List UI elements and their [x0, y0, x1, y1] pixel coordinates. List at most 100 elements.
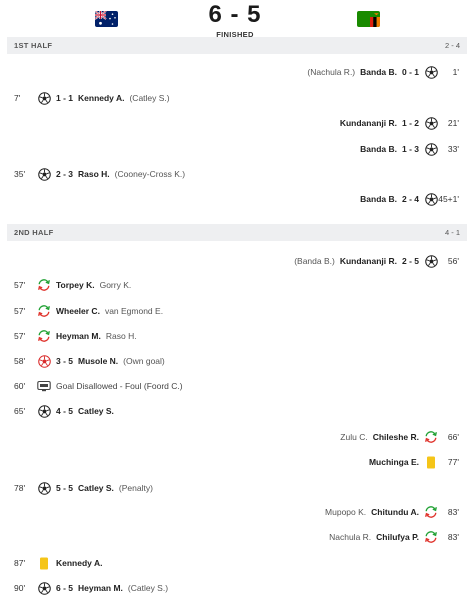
- football-icon: [424, 254, 438, 268]
- event-detail: (Nachula R.) Banda B. 0 - 1: [307, 62, 438, 82]
- event-detail: Wheeler C. van Egmond E.: [37, 301, 163, 321]
- event-secondary: Zulu C.: [340, 432, 368, 442]
- event-secondary: Nachula R.: [329, 532, 372, 542]
- substitution-icon: [424, 505, 438, 519]
- event-player: Heyman M.: [56, 331, 101, 341]
- event-secondary: (Banda B.): [294, 256, 335, 266]
- yellow-card-icon: [37, 556, 51, 570]
- event-detail: Banda B. 1 - 3: [360, 139, 438, 159]
- match-header: 6 - 5 FINISHED: [0, 0, 470, 39]
- event-player: Catley S.: [78, 483, 114, 493]
- event-score: 0 - 1: [401, 67, 419, 77]
- event-secondary: (Catley S.): [127, 583, 169, 593]
- event-row: 57' Wheeler C. van Egmond E.: [0, 301, 470, 321]
- event-player: Muchinga E.: [368, 457, 419, 467]
- event-secondary: (Own goal): [123, 356, 165, 366]
- event-minute: 87': [14, 558, 26, 568]
- event-minute: 90': [14, 583, 26, 593]
- event-player: Kundananji R.: [339, 256, 397, 266]
- event-row: 65' 4 - 5 Catley S.: [0, 401, 470, 421]
- football-icon: [424, 192, 438, 206]
- event-score: 6 - 5: [56, 583, 74, 593]
- event-row: 83' Nachula R. Chilufya P.: [0, 527, 470, 547]
- event-score: 2 - 4: [401, 194, 419, 204]
- event-detail: 3 - 5 Musole N. (Own goal): [37, 351, 165, 371]
- event-minute: 60': [14, 381, 26, 391]
- event-score: 1 - 2: [401, 118, 419, 128]
- event-player: Chileshe R.: [372, 432, 419, 442]
- event-detail: 1 - 1 Kennedy A. (Catley S.): [37, 88, 170, 108]
- event-detail: Muchinga E.: [369, 452, 438, 472]
- event-secondary: Mupopo K.: [325, 507, 367, 517]
- event-score: 1 - 3: [401, 144, 419, 154]
- event-minute: 66': [447, 432, 459, 442]
- event-minute: 33': [447, 144, 459, 154]
- event-minute: 35': [14, 169, 26, 179]
- event-player: Banda B.: [360, 67, 397, 77]
- football-icon: [424, 116, 438, 130]
- event-player: Banda B.: [360, 144, 397, 154]
- event-minute: 78': [14, 483, 26, 493]
- period-score: 2 - 4: [444, 41, 460, 50]
- event-minute: 57': [14, 280, 26, 290]
- substitution-icon: [424, 430, 438, 444]
- event-detail: Goal Disallowed - Foul (Foord C.): [37, 376, 183, 396]
- event-detail: 6 - 5 Heyman M. (Catley S.): [37, 578, 168, 598]
- event-row: 35' 2 - 3 Raso H. (Cooney-Cross K.): [0, 164, 470, 184]
- event-player: Kundananji R.: [339, 118, 397, 128]
- event-player: Catley S.: [78, 406, 114, 416]
- event-row: 56' (Banda B.) Kundananji R. 2 - 5: [0, 251, 470, 271]
- event-player: Raso H.: [78, 169, 110, 179]
- substitution-icon: [424, 530, 438, 544]
- event-detail: Mupopo K. Chitundu A.: [325, 502, 438, 522]
- event-detail: 5 - 5 Catley S. (Penalty): [37, 478, 153, 498]
- substitution-icon: [37, 329, 51, 343]
- event-detail: Kennedy A.: [37, 553, 102, 573]
- event-detail: Torpey K. Gorry K.: [37, 275, 131, 295]
- event-minute: 56': [447, 256, 459, 266]
- event-score: 4 - 5: [56, 406, 74, 416]
- event-minute: 1': [452, 67, 459, 77]
- event-detail: Banda B. 2 - 4: [360, 189, 438, 209]
- event-row: 57' Heyman M. Raso H.: [0, 326, 470, 346]
- football-icon: [37, 581, 51, 595]
- event-description: Goal Disallowed - Foul (Foord C.): [56, 381, 183, 391]
- event-minute: 58': [14, 356, 26, 366]
- event-detail: (Banda B.) Kundananji R. 2 - 5: [294, 251, 438, 271]
- event-row: 87' Kennedy A.: [0, 553, 470, 573]
- event-secondary: (Cooney-Cross K.): [114, 169, 186, 179]
- event-detail: Heyman M. Raso H.: [37, 326, 137, 346]
- event-score: 2 - 5: [401, 256, 419, 266]
- match-score: 6 - 5: [208, 1, 262, 28]
- event-detail: 4 - 5 Catley S.: [37, 401, 114, 421]
- event-secondary: (Penalty): [118, 483, 153, 493]
- event-player: Kennedy A.: [78, 93, 125, 103]
- event-minute: 21': [447, 118, 459, 128]
- own-goal-icon: [37, 354, 51, 368]
- event-detail: Zulu C. Chileshe R.: [340, 427, 438, 447]
- event-score: 3 - 5: [56, 356, 74, 366]
- football-icon: [37, 91, 51, 105]
- event-detail: 2 - 3 Raso H. (Cooney-Cross K.): [37, 164, 185, 184]
- event-minute: 83': [447, 507, 459, 517]
- event-minute: 57': [14, 306, 26, 316]
- event-player: Banda B.: [360, 194, 397, 204]
- event-row: 60' Goal Disallowed - Foul (Foord C.): [0, 376, 470, 396]
- event-row: 83' Mupopo K. Chitundu A.: [0, 502, 470, 522]
- period-score: 4 - 1: [444, 228, 460, 237]
- football-icon: [424, 65, 438, 79]
- event-player: Wheeler C.: [56, 306, 100, 316]
- event-row: 7' 1 - 1 Kennedy A. (Catley S.): [0, 88, 470, 108]
- period-label: 2ND HALF: [14, 228, 54, 237]
- event-secondary: Gorry K.: [99, 280, 132, 290]
- event-row: 90' 6 - 5 Heyman M. (Catley S.): [0, 578, 470, 598]
- event-score: 5 - 5: [56, 483, 74, 493]
- football-icon: [424, 142, 438, 156]
- event-row: 57' Torpey K. Gorry K.: [0, 275, 470, 295]
- substitution-icon: [37, 304, 51, 318]
- event-secondary: (Catley S.): [129, 93, 170, 103]
- football-icon: [37, 481, 51, 495]
- football-icon: [37, 404, 51, 418]
- zambia-flag-icon: [357, 11, 380, 27]
- event-row: 78' 5 - 5 Catley S. (Penalty): [0, 478, 470, 498]
